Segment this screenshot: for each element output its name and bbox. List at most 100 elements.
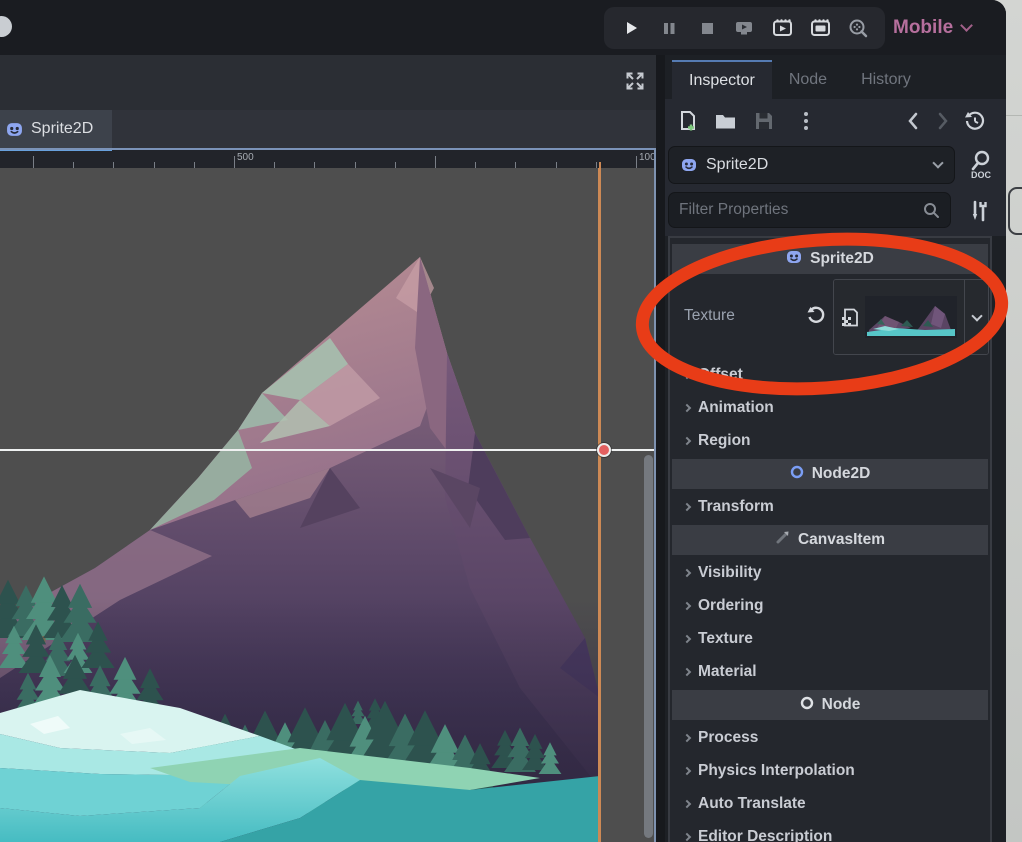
chevron-right-icon [683,602,691,610]
ruler-label-500: 500 [237,152,254,163]
filter-properties-box[interactable] [668,192,951,228]
texture-property-row: Texture [672,276,988,358]
object-selector-row: Sprite2D DOC [665,143,1006,191]
pause-button[interactable] [656,15,682,41]
node-icon [800,696,814,715]
property-group-auto-translate[interactable]: Auto Translate [672,788,988,820]
inspector-properties-panel: Sprite2D Texture [668,236,992,842]
sprite2d-icon [6,121,23,138]
chevron-right-icon [683,800,691,808]
movie-maker-button[interactable] [845,15,871,41]
inspector-toolbar [665,99,1006,143]
scene-tab-bar: Sprite2D [0,110,656,148]
canvas-2d[interactable] [0,168,656,842]
property-group-process[interactable]: Process [672,722,988,754]
texture-options-dropdown[interactable] [964,280,988,354]
stop-button[interactable] [694,15,720,41]
node2d-icon [790,465,804,484]
sprite2d-icon [786,249,802,270]
svg-text:DOC: DOC [971,170,992,180]
ruler-major-tick [33,156,34,168]
play-custom-scene-button[interactable] [807,15,833,41]
background-window-edge [1008,187,1022,235]
chevron-right-icon [683,734,691,742]
inspector-category-node: Node [672,690,988,720]
sprite2d-icon [681,157,697,173]
chevron-right-icon [683,668,691,676]
canvasitem-icon [775,530,790,550]
filter-row [665,191,1006,236]
chevron-right-icon [683,437,691,445]
ruler-major-tick [636,156,637,168]
godot-editor-window: Mobile Sprite2D [0,0,1006,842]
chevron-right-icon [683,371,691,379]
active-tab-underline [0,148,112,151]
tab-history[interactable]: History [844,60,928,99]
play-button[interactable] [618,15,644,41]
play-scene-button[interactable] [769,15,795,41]
expand-viewport-icon[interactable] [624,70,646,97]
property-group-ordering[interactable]: Ordering [672,590,988,622]
chevron-down-icon [932,157,943,168]
sprite-artwork [0,168,656,842]
property-group-texture[interactable]: Texture [672,623,988,655]
inspector-dock: Inspector Node History Sprite2D [665,55,1006,842]
edit-texture-icon[interactable] [841,308,858,327]
chevron-down-icon [960,19,973,32]
history-back-icon[interactable] [901,109,925,133]
tab-inspector[interactable]: Inspector [672,60,772,99]
chevron-right-icon [683,833,691,841]
object-selector[interactable]: Sprite2D [668,146,955,184]
canvas-vertical-scrollbar[interactable] [644,455,653,838]
horizontal-guide-line [0,449,656,451]
property-group-material[interactable]: Material [672,656,988,688]
chevron-right-icon [683,569,691,577]
viewport-right-border [654,148,656,842]
new-resource-icon[interactable] [676,109,700,133]
viewport-boundary-line [598,168,601,842]
inspector-category-sprite2d: Sprite2D [672,244,988,274]
chevron-down-icon [971,310,982,321]
property-group-visibility[interactable]: Visibility [672,557,988,589]
playback-toolbar [604,7,885,49]
load-resource-icon[interactable] [714,109,738,133]
clipped-icon [0,16,12,37]
ruler-major-tick [234,156,235,168]
filter-properties-input[interactable] [679,201,922,219]
object-history-icon[interactable] [963,109,987,133]
viewport-region: Sprite2D 500 1000 [0,55,656,842]
property-group-transform[interactable]: Transform [672,491,988,523]
texture-preview[interactable] [834,280,964,354]
property-tools-icon[interactable] [966,198,992,229]
search-icon [922,201,940,219]
origin-marker-dot[interactable] [597,443,611,457]
chevron-right-icon [683,767,691,775]
desktop-background [1004,0,1022,842]
texture-thumbnail [865,296,957,338]
inspector-tab-bar: Inspector Node History [665,60,1006,99]
history-forward-icon[interactable] [931,109,955,133]
background-seam [1004,115,1022,116]
inspector-category-node2d: Node2D [672,459,988,489]
editor-top-bar: Mobile [0,0,1006,55]
property-group-editor-description[interactable]: Editor Description [672,821,988,842]
texture-property-label: Texture [684,307,735,325]
renderer-label: Mobile [893,17,953,39]
chevron-right-icon [683,404,691,412]
property-group-animation[interactable]: Animation [672,392,988,424]
tab-node[interactable]: Node [772,60,844,99]
revert-property-icon[interactable] [805,305,825,330]
scene-tab-sprite2d[interactable]: Sprite2D [0,110,112,148]
inspector-category-canvasitem: CanvasItem [672,525,988,555]
property-group-region[interactable]: Region [672,425,988,457]
property-group-offset[interactable]: Offset [672,359,988,391]
property-group-physics-interpolation[interactable]: Physics Interpolation [672,755,988,787]
chevron-right-icon [683,503,691,511]
renderer-selector[interactable]: Mobile [893,0,971,55]
play-remote-debug-button[interactable] [731,15,757,41]
open-docs-icon[interactable]: DOC [964,148,998,184]
horizontal-ruler: 500 1000 [0,148,656,168]
inspector-menu-icon[interactable] [794,109,818,133]
save-resource-icon[interactable] [752,109,776,133]
texture-value-widget[interactable] [833,279,989,355]
